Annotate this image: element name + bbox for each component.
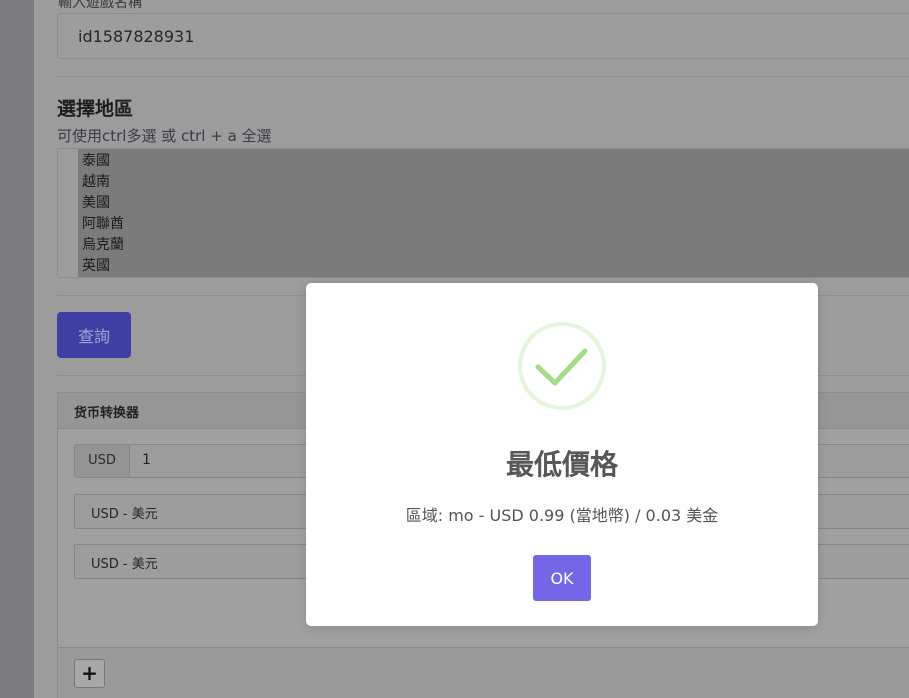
- modal-message: 區域: mo - USD 0.99 (當地幣) / 0.03 美金: [405, 506, 719, 525]
- modal-title: 最低價格: [505, 448, 618, 481]
- left-gutter: [0, 0, 34, 698]
- amount-currency-addon: USD: [74, 444, 130, 478]
- region-option[interactable]: 美國: [78, 193, 909, 214]
- query-button[interactable]: 查詢: [57, 312, 131, 358]
- check-circle-icon: [518, 322, 606, 410]
- ok-button[interactable]: OK: [533, 555, 591, 601]
- game-name-input[interactable]: id1587828931: [57, 13, 909, 59]
- result-modal: 最低價格 區域: mo - USD 0.99 (當地幣) / 0.03 美金 O…: [306, 283, 818, 626]
- add-currency-button[interactable]: +: [74, 659, 105, 688]
- region-option[interactable]: 烏克蘭: [78, 235, 909, 256]
- region-option[interactable]: 泰國: [78, 151, 909, 172]
- game-name-label: 輸入遊戲名稱: [58, 0, 142, 11]
- converter-footer: +: [58, 647, 909, 698]
- region-option[interactable]: 越南: [78, 172, 909, 193]
- region-options-list: 泰國 越南 美國 阿聯酋 烏克蘭 英國: [78, 149, 909, 277]
- region-multiselect[interactable]: 泰國 越南 美國 阿聯酋 烏克蘭 英國: [57, 148, 909, 278]
- region-title: 選擇地區: [57, 98, 134, 120]
- region-option[interactable]: 英國: [78, 256, 909, 277]
- region-hint: 可使用ctrl多選 或 ctrl + a 全選: [57, 127, 272, 145]
- region-option[interactable]: 阿聯酋: [78, 214, 909, 235]
- divider: [57, 76, 909, 77]
